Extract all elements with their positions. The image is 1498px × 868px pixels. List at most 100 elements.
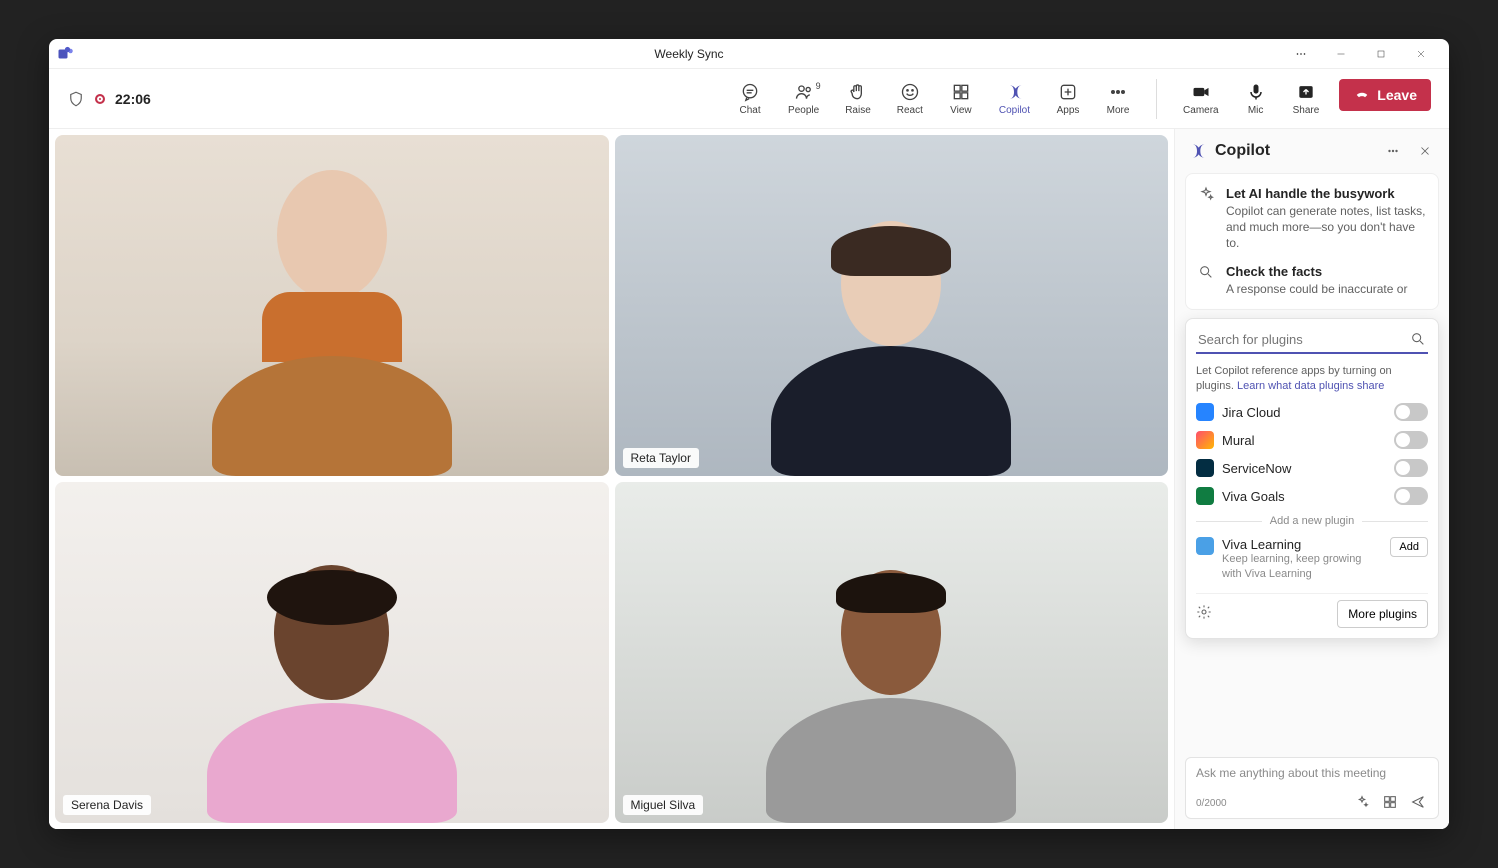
copilot-chat-input[interactable]: Ask me anything about this meeting 0/200… <box>1185 757 1439 819</box>
title-bar: Weekly Sync <box>49 39 1449 69</box>
recording-indicator-icon <box>95 94 105 104</box>
plugin-search-row <box>1196 327 1428 354</box>
window-more-icon[interactable] <box>1281 40 1321 68</box>
window-maximize-button[interactable] <box>1361 40 1401 68</box>
plugin-row-servicenow: ServiceNow <box>1196 459 1428 477</box>
plugin-row-jira: Jira Cloud <box>1196 403 1428 421</box>
tip-heading: Let AI handle the busywork <box>1226 186 1426 201</box>
main-area: Reta Taylor Serena Davis Migue <box>49 129 1449 829</box>
apps-button[interactable]: Apps <box>1050 79 1086 118</box>
more-plugins-button[interactable]: More plugins <box>1337 600 1428 628</box>
mural-icon <box>1196 431 1214 449</box>
vivagoals-icon <box>1196 487 1214 505</box>
sparkle-suggestions-button[interactable] <box>1354 794 1372 812</box>
share-icon <box>1295 81 1317 103</box>
camera-icon <box>1190 81 1212 103</box>
copilot-panel: Copilot Let AI handle the busywork Copil… <box>1174 129 1449 829</box>
new-plugin-desc: Keep learning, keep growing with Viva Le… <box>1222 552 1382 581</box>
chat-button[interactable]: Chat <box>732 79 768 118</box>
mic-button[interactable]: Mic <box>1239 79 1273 118</box>
plugins-popup: Let Copilot reference apps by turning on… <box>1185 318 1439 639</box>
tip-description: Copilot can generate notes, list tasks, … <box>1226 203 1426 252</box>
plugin-row-mural: Mural <box>1196 431 1428 449</box>
view-button[interactable]: View <box>943 79 979 118</box>
grid-button[interactable] <box>1382 794 1400 812</box>
people-button[interactable]: 9 People <box>782 79 825 118</box>
shield-icon[interactable] <box>67 90 85 108</box>
plugin-row-vivagoals: Viva Goals <box>1196 487 1428 505</box>
plugin-list: Jira Cloud Mural ServiceNow <box>1196 403 1428 505</box>
view-icon <box>950 81 972 103</box>
servicenow-icon <box>1196 459 1214 477</box>
plugin-toggle[interactable] <box>1394 459 1428 477</box>
copilot-tip: Check the facts A response could be inac… <box>1198 264 1426 297</box>
meeting-toolbar: 22:06 Chat 9 People Raise React <box>49 69 1449 129</box>
new-plugin-name: Viva Learning <box>1222 537 1382 552</box>
video-tile[interactable] <box>55 135 609 476</box>
copilot-button[interactable]: Copilot <box>993 79 1036 118</box>
window-minimize-button[interactable] <box>1321 40 1361 68</box>
copilot-title: Copilot <box>1215 142 1373 160</box>
apps-icon <box>1057 81 1079 103</box>
share-button[interactable]: Share <box>1287 79 1326 118</box>
more-icon <box>1107 81 1129 103</box>
camera-button[interactable]: Camera <box>1177 79 1225 118</box>
vivalearning-icon <box>1196 537 1214 555</box>
new-plugin-row: Viva Learning Keep learning, keep growin… <box>1196 537 1428 581</box>
add-plugin-divider: Add a new plugin <box>1196 515 1428 527</box>
copilot-more-button[interactable] <box>1381 139 1405 163</box>
tip-description: A response could be inaccurate or <box>1226 281 1407 297</box>
copilot-header: Copilot <box>1175 129 1449 173</box>
people-icon: 9 <box>793 81 815 103</box>
copilot-tips-card: Let AI handle the busywork Copilot can g… <box>1185 173 1439 310</box>
magnifier-icon <box>1198 264 1216 282</box>
participant-name-label: Miguel Silva <box>623 795 704 815</box>
chat-icon <box>739 81 761 103</box>
sparkle-icon <box>1198 186 1216 204</box>
jira-icon <box>1196 403 1214 421</box>
plugin-toggle[interactable] <box>1394 403 1428 421</box>
participant-name-label: Reta Taylor <box>623 448 699 468</box>
raise-hand-icon <box>847 81 869 103</box>
search-icon <box>1410 331 1426 347</box>
copilot-icon <box>1003 81 1025 103</box>
add-plugin-button[interactable]: Add <box>1390 537 1428 557</box>
react-icon <box>899 81 921 103</box>
copilot-tip: Let AI handle the busywork Copilot can g… <box>1198 186 1426 252</box>
send-button[interactable] <box>1410 794 1428 812</box>
video-tile[interactable]: Miguel Silva <box>615 482 1169 823</box>
copilot-logo-icon <box>1187 141 1207 161</box>
app-window: Weekly Sync 22:06 Chat 9 <box>49 39 1449 829</box>
plugin-toggle[interactable] <box>1394 487 1428 505</box>
mic-icon <box>1245 81 1267 103</box>
window-controls <box>1281 40 1441 68</box>
video-tile[interactable]: Serena Davis <box>55 482 609 823</box>
toolbar-left: 22:06 <box>67 90 151 108</box>
chat-char-counter: 0/2000 <box>1196 798 1344 809</box>
plugin-toggle[interactable] <box>1394 431 1428 449</box>
leave-icon <box>1353 86 1371 104</box>
chat-placeholder: Ask me anything about this meeting <box>1196 766 1428 780</box>
window-title: Weekly Sync <box>654 47 723 61</box>
raise-hand-button[interactable]: Raise <box>839 79 877 118</box>
video-tile[interactable]: Reta Taylor <box>615 135 1169 476</box>
plugin-hint: Let Copilot reference apps by turning on… <box>1196 364 1428 394</box>
react-button[interactable]: React <box>891 79 929 118</box>
people-count-badge: 9 <box>816 81 821 91</box>
plugin-hint-link[interactable]: Learn what data plugins share <box>1237 380 1384 392</box>
leave-button[interactable]: Leave <box>1339 79 1431 111</box>
toolbar-actions: Chat 9 People Raise React View <box>732 79 1431 119</box>
toolbar-separator <box>1156 79 1157 119</box>
copilot-close-button[interactable] <box>1413 139 1437 163</box>
more-button[interactable]: More <box>1100 79 1136 118</box>
window-close-button[interactable] <box>1401 40 1441 68</box>
participant-name-label: Serena Davis <box>63 795 151 815</box>
copilot-body: Let AI handle the busywork Copilot can g… <box>1175 173 1449 747</box>
tip-heading: Check the facts <box>1226 264 1407 279</box>
recording-time: 22:06 <box>115 91 151 107</box>
plugin-search-input[interactable] <box>1196 327 1428 354</box>
title-bar-left <box>57 45 97 63</box>
plugins-popup-footer: More plugins <box>1196 593 1428 628</box>
teams-logo-icon <box>57 45 75 63</box>
plugin-settings-button[interactable] <box>1196 604 1212 625</box>
